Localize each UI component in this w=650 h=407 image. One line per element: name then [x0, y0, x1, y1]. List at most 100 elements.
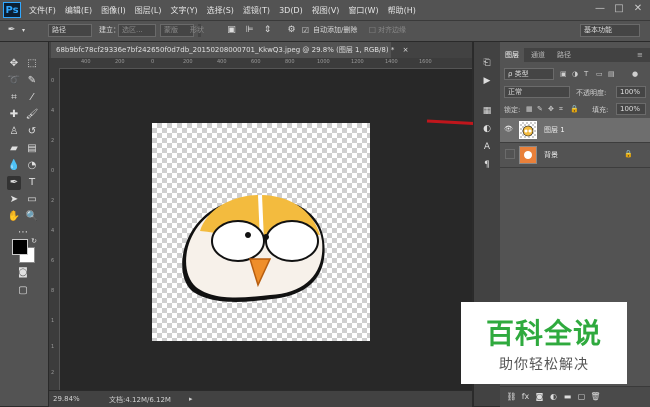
- menu-select[interactable]: 选择(S): [207, 5, 234, 16]
- gear-icon[interactable]: ⚙: [286, 25, 297, 36]
- adjustment-layer-icon[interactable]: ◐: [548, 391, 559, 402]
- actions-panel-icon[interactable]: ▶: [480, 74, 494, 88]
- path-alignment-icon[interactable]: ⊫: [244, 25, 255, 36]
- lock-all-icon[interactable]: 🔒: [570, 105, 579, 113]
- align-edges-checkbox[interactable]: ☐: [367, 25, 378, 36]
- panel-menu-icon[interactable]: ≡: [632, 48, 648, 62]
- zoom-level[interactable]: 29.84%: [53, 395, 80, 403]
- ruler-tick: 2: [51, 138, 55, 144]
- ruler-tick: 1600: [419, 59, 432, 65]
- screen-mode-icon[interactable]: ▢: [16, 284, 30, 298]
- clone-stamp-tool-icon[interactable]: ♙: [7, 125, 21, 139]
- fill-input[interactable]: 100%: [616, 103, 646, 115]
- menu-filter[interactable]: 滤镜(T): [243, 5, 270, 16]
- filter-adjustment-icon[interactable]: ◑: [572, 70, 578, 78]
- move-tool-icon[interactable]: ✥: [7, 57, 21, 71]
- menu-3d[interactable]: 3D(D): [279, 6, 303, 15]
- filter-type-icon[interactable]: T: [584, 70, 588, 78]
- menu-edit[interactable]: 编辑(E): [65, 5, 92, 16]
- lock-position-icon[interactable]: ✥: [548, 105, 554, 113]
- ruler-tick: 400: [217, 59, 227, 65]
- filter-smart-object-icon[interactable]: ▤: [608, 70, 615, 78]
- tool-preset-chevron-icon[interactable]: ▾: [18, 25, 29, 36]
- crop-tool-icon[interactable]: ⌗: [7, 91, 21, 105]
- lock-image-icon[interactable]: ✎: [537, 105, 543, 113]
- path-operations-icon[interactable]: ▣: [226, 25, 237, 36]
- eye-icon[interactable]: 👁: [504, 125, 513, 133]
- make-selection-button[interactable]: 选区...: [118, 24, 156, 37]
- gradient-tool-icon[interactable]: ▤: [25, 142, 39, 156]
- pen-tool-icon[interactable]: ✒: [6, 25, 17, 36]
- pen-mode-select[interactable]: 路径: [48, 24, 92, 37]
- status-menu-chevron-icon[interactable]: ▸: [189, 395, 193, 403]
- quick-selection-tool-icon[interactable]: ✎: [25, 74, 39, 88]
- path-arrangement-icon[interactable]: ⇕: [262, 25, 273, 36]
- tab-channels[interactable]: 通道: [526, 48, 550, 62]
- watermark-logo: 百科全说 助你轻松解决: [461, 302, 627, 384]
- document-tab[interactable]: 68b9bfc78cf29336e7bf242650f0d7db_2015020…: [51, 42, 408, 58]
- lock-artboard-icon[interactable]: ⌗: [559, 105, 563, 114]
- make-shape-button[interactable]: 形状: [190, 25, 204, 35]
- new-layer-icon[interactable]: ▢: [576, 391, 587, 402]
- document-tab-close-icon[interactable]: ×: [403, 46, 409, 54]
- dodge-tool-icon[interactable]: ◔: [25, 159, 39, 173]
- workspace-select[interactable]: 基本功能: [580, 24, 640, 37]
- add-mask-icon[interactable]: ◙: [534, 391, 545, 402]
- layer-filter-select[interactable]: ρ 类型: [504, 68, 554, 80]
- menu-layer[interactable]: 图层(L): [135, 5, 162, 16]
- minimize-button[interactable]: —: [592, 2, 608, 16]
- make-mask-button[interactable]: 蒙版: [160, 24, 194, 37]
- visibility-toggle-empty[interactable]: [505, 149, 515, 159]
- layer-row-background[interactable]: 背景 🔒: [500, 143, 650, 168]
- swap-colors-icon[interactable]: ↻: [27, 234, 41, 248]
- menu-image[interactable]: 图像(I): [101, 5, 126, 16]
- history-panel-icon[interactable]: ⎗: [480, 56, 494, 70]
- marquee-tool-icon[interactable]: ⬚: [25, 57, 39, 71]
- foreground-color-swatch[interactable]: [12, 239, 28, 255]
- filter-toggle-icon[interactable]: ●: [632, 70, 638, 78]
- delete-layer-icon[interactable]: 🗑: [590, 391, 601, 402]
- menu-help[interactable]: 帮助(H): [388, 5, 416, 16]
- auto-add-delete-checkbox[interactable]: ☑: [300, 25, 311, 36]
- opacity-input[interactable]: 100%: [616, 86, 646, 98]
- lasso-tool-icon[interactable]: ➰: [7, 74, 21, 88]
- menu-window[interactable]: 窗口(W): [348, 5, 378, 16]
- type-tool-icon[interactable]: T: [25, 176, 39, 190]
- pen-tool-active-icon[interactable]: ✒: [7, 176, 21, 190]
- blur-tool-icon[interactable]: 💧: [7, 159, 21, 173]
- character-panel-icon[interactable]: A: [480, 140, 494, 154]
- menu-type[interactable]: 文字(Y): [170, 5, 197, 16]
- lock-transparent-icon[interactable]: ▦: [526, 105, 533, 113]
- close-button[interactable]: ✕: [630, 2, 646, 16]
- eraser-tool-icon[interactable]: ▰: [7, 142, 21, 156]
- maximize-button[interactable]: □: [611, 2, 627, 16]
- tools-panel: ✥ ⬚ ➰ ✎ ⌗ ⁄ ✚ 🖌 ♙ ↺ ▰ ▤ 💧 ◔ ✒ T ➤ ▭ ✋ 🔍 …: [0, 42, 49, 406]
- tab-layers[interactable]: 图层: [500, 48, 524, 62]
- document-canvas[interactable]: [152, 123, 370, 341]
- link-layers-icon[interactable]: ⛓: [506, 391, 517, 402]
- hand-tool-icon[interactable]: ✋: [7, 210, 21, 224]
- rectangle-tool-icon[interactable]: ▭: [25, 193, 39, 207]
- new-group-icon[interactable]: ▬: [562, 391, 573, 402]
- menu-view[interactable]: 视图(V): [312, 5, 340, 16]
- quick-mask-icon[interactable]: ◙: [16, 266, 30, 280]
- menu-file[interactable]: 文件(F): [29, 5, 56, 16]
- options-bar: ✒ ▾ 路径 建立： 选区... 蒙版 形状 ▣ ⊫ ⇕ ⚙ ☑ 自动添加/删除…: [0, 21, 650, 42]
- tab-paths[interactable]: 路径: [552, 48, 576, 62]
- layer-style-icon[interactable]: fx: [520, 391, 531, 402]
- layer-row-layer1[interactable]: 👁 图层 1: [500, 118, 650, 143]
- healing-brush-tool-icon[interactable]: ✚: [7, 108, 21, 122]
- layer-thumbnail: [519, 146, 537, 164]
- filter-shape-icon[interactable]: ▭: [596, 70, 603, 78]
- path-selection-tool-icon[interactable]: ➤: [7, 193, 21, 207]
- zoom-tool-icon[interactable]: 🔍: [25, 210, 39, 224]
- history-brush-tool-icon[interactable]: ↺: [25, 125, 39, 139]
- auto-add-delete-label: 自动添加/删除: [313, 26, 358, 34]
- properties-panel-icon[interactable]: ▦: [480, 104, 494, 118]
- filter-pixel-icon[interactable]: ▣: [560, 70, 567, 78]
- brush-tool-icon[interactable]: 🖌: [25, 108, 39, 122]
- eyedropper-tool-icon[interactable]: ⁄: [25, 91, 39, 105]
- paragraph-panel-icon[interactable]: ¶: [480, 158, 494, 172]
- adjustments-panel-icon[interactable]: ◐: [480, 122, 494, 136]
- blend-mode-select[interactable]: 正常: [504, 86, 570, 98]
